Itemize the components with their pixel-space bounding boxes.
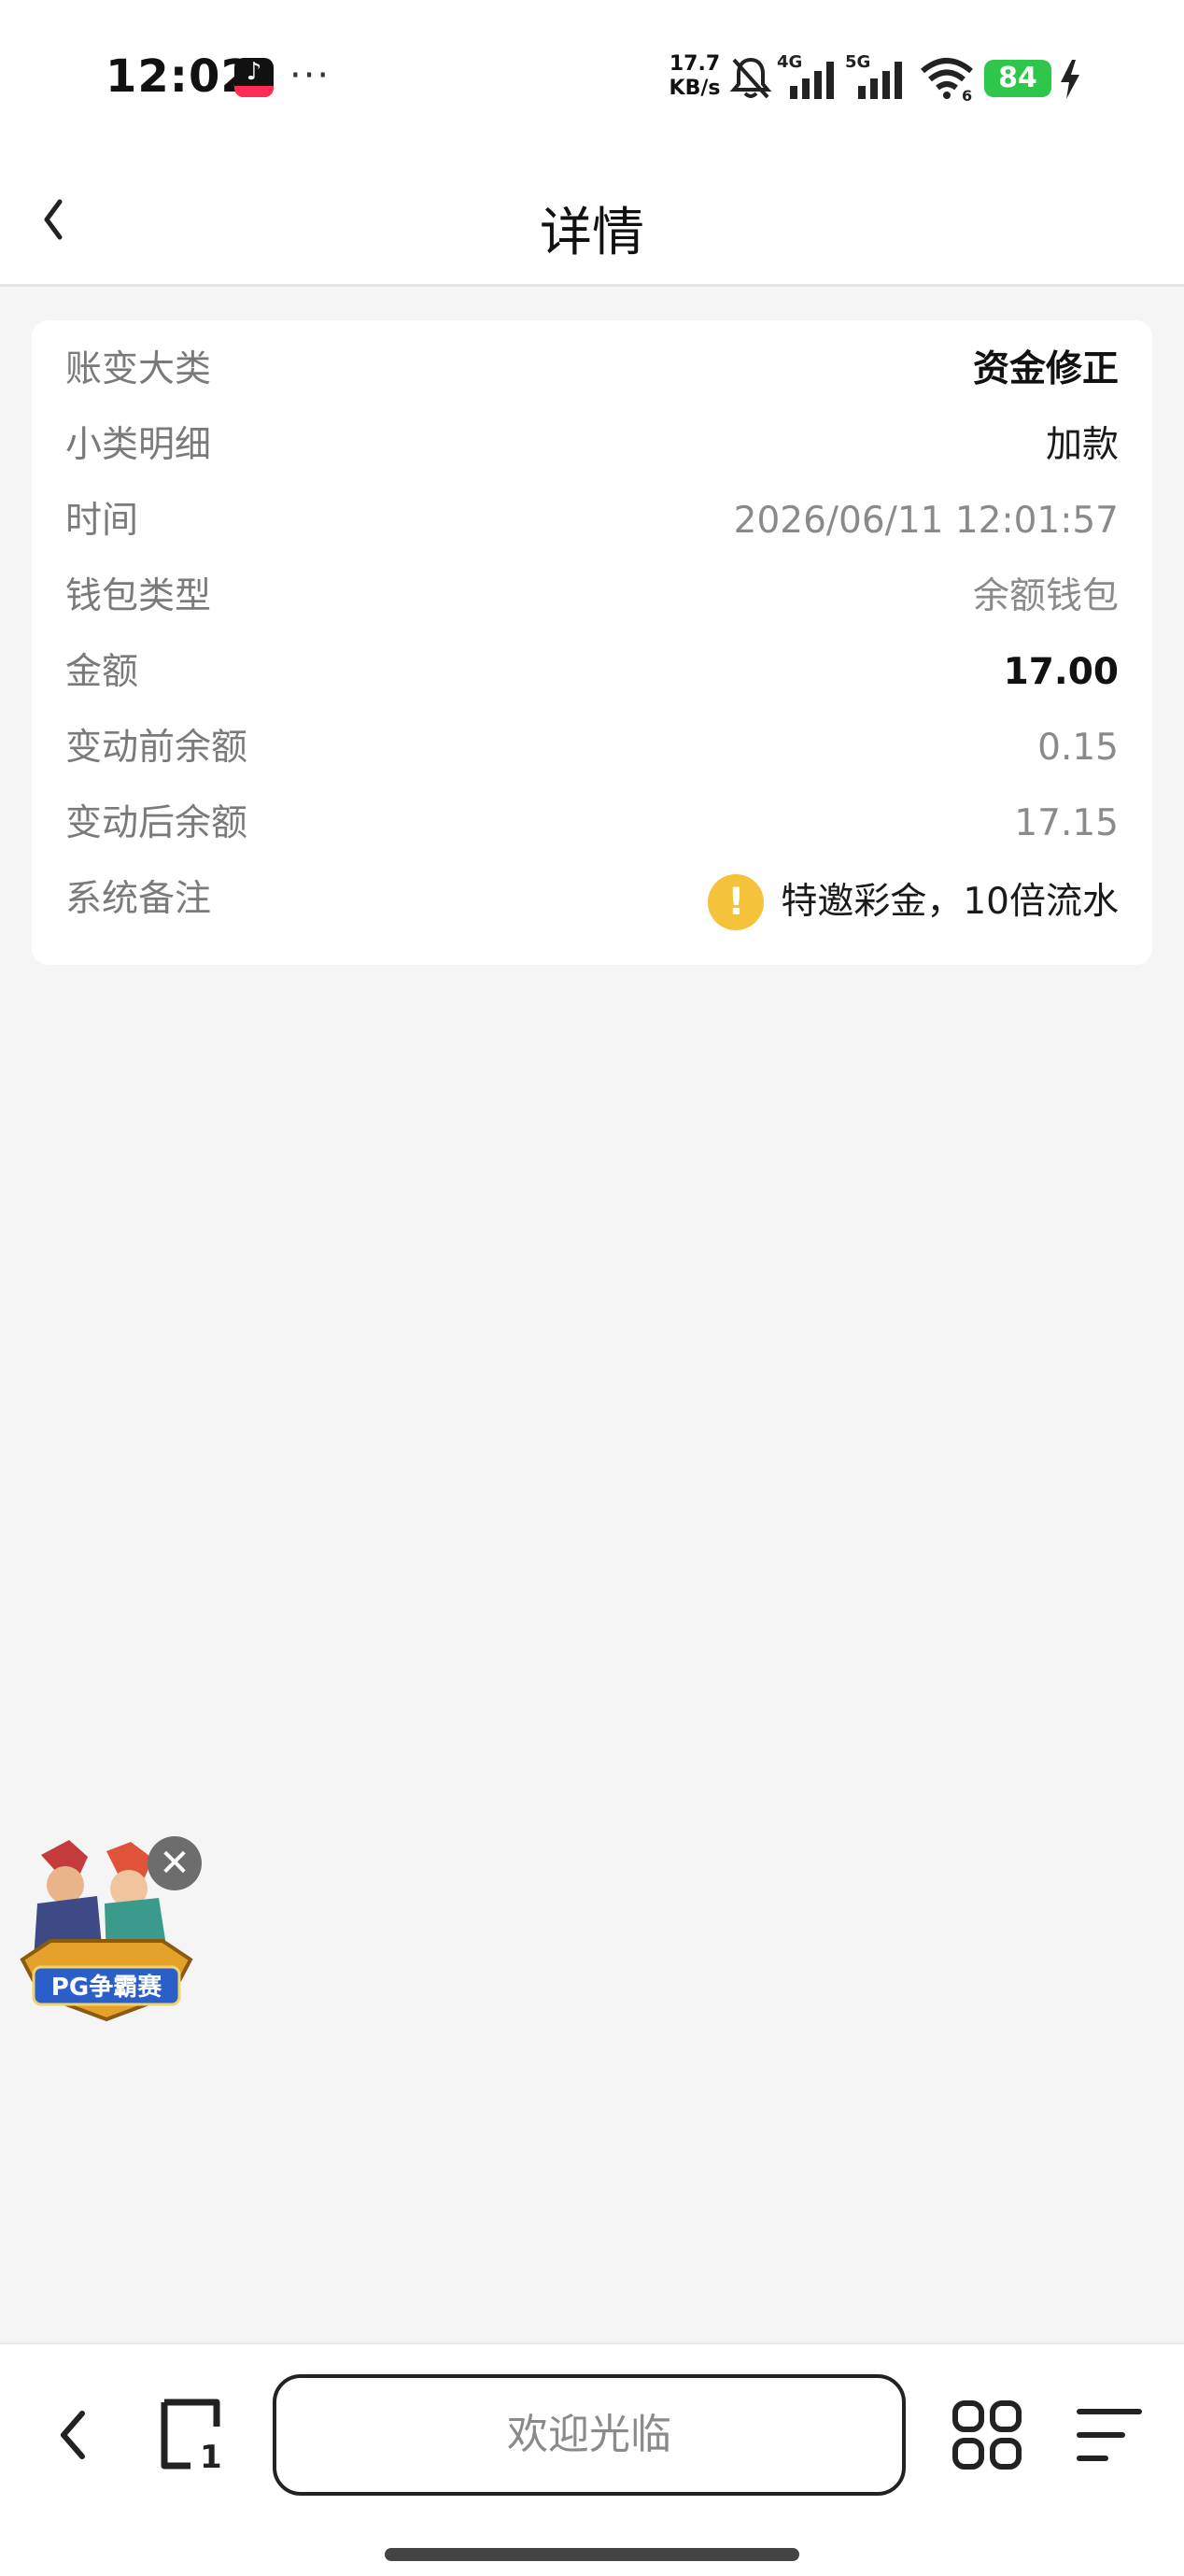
detail-label: 变动后余额 [65, 802, 248, 844]
promo-logo-text: PG争霸赛 [51, 1973, 162, 2002]
detail-row-time: 时间 2026/06/11 12:01:57 [65, 493, 1119, 549]
detail-label: 系统备注 [65, 878, 212, 920]
browser-toolbar: 1 欢迎光临 [0, 2342, 1184, 2576]
detail-row-system-note: 系统备注 ! 特邀彩金，10倍流水 [65, 871, 1119, 930]
status-bar: 12:02 ♪ ··· 17.7 KB/s 4G 5G 6 84 [0, 0, 1184, 159]
detail-label: 账变大类 [65, 348, 212, 390]
detail-row-wallet-type: 钱包类型 余额钱包 [65, 569, 1119, 625]
signal-4g-label: 4G [777, 52, 802, 72]
tiktok-notification-icon: ♪ [234, 58, 274, 97]
detail-label: 时间 [65, 500, 139, 542]
detail-value: 0.15 [1037, 727, 1119, 769]
detail-label: 钱包类型 [65, 575, 212, 617]
detail-value: 17.15 [1014, 802, 1119, 844]
signal-4g-icon: 4G [777, 52, 834, 99]
promo-close-button[interactable]: ✕ [148, 1836, 202, 1890]
detail-row-balance-after: 变动后余额 17.15 [65, 796, 1119, 852]
wifi-generation-label: 6 [962, 87, 972, 103]
network-speed: 17.7 KB/s [667, 52, 723, 101]
browser-back-button[interactable] [41, 2402, 106, 2468]
detail-row-category: 账变大类 资金修正 [65, 342, 1119, 398]
detail-value: 2026/06/11 12:01:57 [733, 500, 1119, 542]
detail-value: 特邀彩金，10倍流水 [781, 881, 1119, 923]
tabs-button[interactable]: 1 [155, 2399, 230, 2471]
detail-label: 变动前余额 [65, 727, 248, 769]
wifi-icon: 6 [921, 58, 973, 103]
battery-level: 84 [984, 60, 1051, 97]
detail-row-amount: 金额 17.00 [65, 644, 1119, 701]
status-time: 12:02 [106, 50, 253, 103]
menu-icon[interactable] [1074, 2404, 1145, 2466]
detail-row-subcategory: 小类明细 加款 [65, 418, 1119, 474]
mute-bell-icon [729, 57, 772, 99]
network-speed-unit: KB/s [669, 77, 721, 100]
system-note: ! 特邀彩金，10倍流水 [708, 871, 1119, 930]
detail-value: 资金修正 [972, 348, 1119, 390]
warning-icon: ! [708, 874, 765, 930]
detail-row-balance-before: 变动前余额 0.15 [65, 720, 1119, 776]
signal-5g-icon: 5G [845, 52, 902, 99]
address-bar[interactable]: 欢迎光临 [273, 2374, 906, 2496]
page-title: 详情 [540, 203, 644, 263]
detail-value: 加款 [1045, 424, 1119, 466]
tab-count: 1 [200, 2439, 222, 2471]
detail-value: 余额钱包 [972, 575, 1119, 617]
home-indicator[interactable] [385, 2548, 799, 2561]
nav-header: 详情 [0, 159, 1184, 287]
detail-value: 17.00 [1003, 651, 1119, 693]
detail-label: 小类明细 [65, 424, 212, 466]
charging-icon [1061, 60, 1079, 99]
detail-label: 金额 [65, 651, 139, 693]
detail-card: 账变大类 资金修正 小类明细 加款 时间 2026/06/11 12:01:57… [32, 320, 1152, 965]
signal-5g-label: 5G [845, 52, 870, 72]
network-speed-value: 17.7 [669, 52, 721, 76]
apps-grid-icon[interactable] [951, 2399, 1023, 2471]
more-notifications-icon: ··· [289, 54, 331, 97]
